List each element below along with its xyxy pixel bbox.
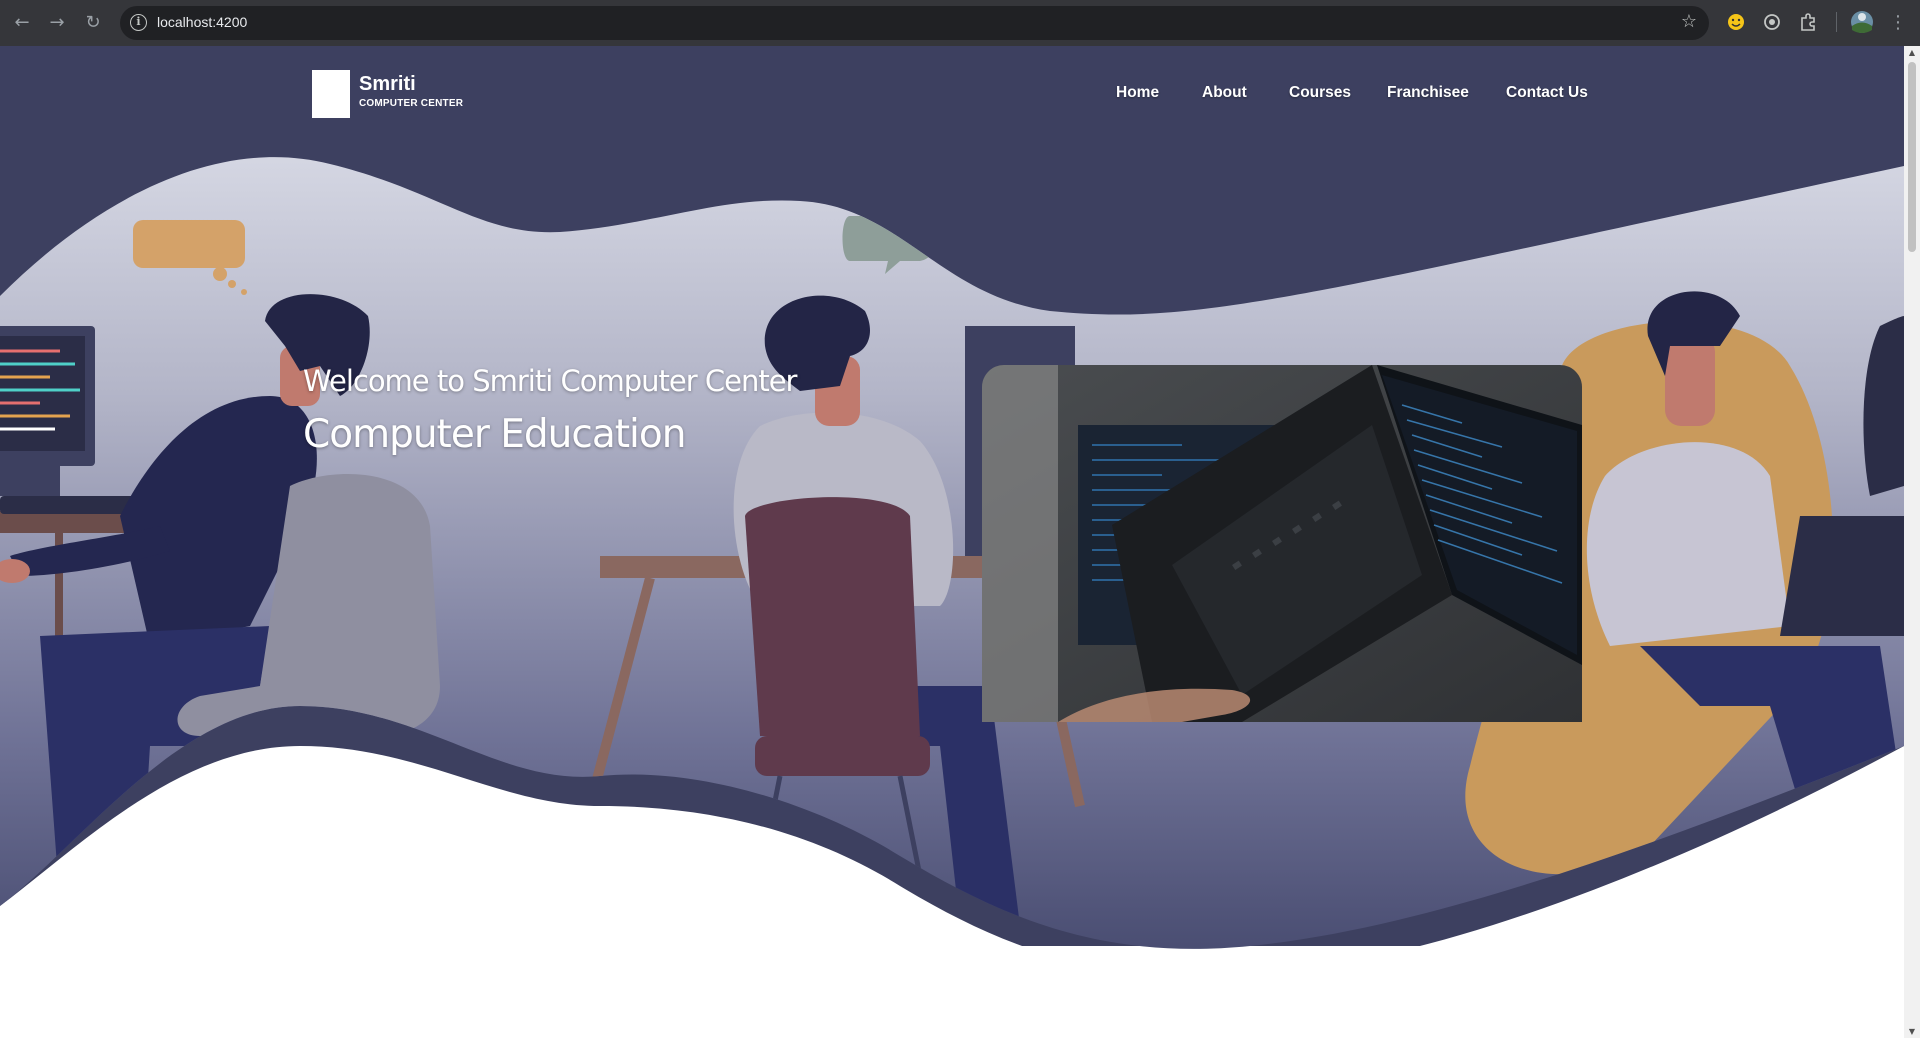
nav-franchisee[interactable]: Franchisee (1387, 84, 1469, 102)
profile-avatar-icon[interactable] (1850, 10, 1874, 34)
url-text[interactable]: localhost:4200 (157, 14, 247, 30)
brand-logo[interactable] (312, 70, 350, 118)
brand-name[interactable]: Smriti (359, 73, 416, 96)
nav-contact-us[interactable]: Contact Us (1506, 84, 1588, 102)
brand-subtitle[interactable]: COMPUTER CENTER (359, 98, 463, 109)
scroll-up-icon[interactable]: ▲ (1907, 48, 1917, 57)
extension-target-icon[interactable] (1762, 12, 1782, 32)
page-viewport: Smriti COMPUTER CENTER Home About Course… (0, 46, 1904, 1038)
hero-illustration (0, 46, 1904, 1038)
hero-welcome-text: Welcome to Smriti Computer Center (303, 364, 797, 398)
address-bar[interactable]: i localhost:4200 ☆ (120, 6, 1709, 40)
site-info-icon[interactable]: i (130, 14, 147, 31)
hero-laptop-photo (982, 365, 1582, 722)
extension-emoji-icon[interactable] (1726, 12, 1746, 32)
forward-icon[interactable]: → (45, 11, 69, 35)
scrollbar-thumb[interactable] (1908, 62, 1916, 252)
browser-toolbar: ← → ↻ i localhost:4200 ☆ ⋮ (0, 0, 1920, 46)
hero-headline: Computer Education (303, 412, 686, 457)
scroll-down-icon[interactable]: ▼ (1907, 1027, 1917, 1036)
menu-kebab-icon[interactable]: ⋮ (1886, 11, 1910, 35)
page-scrollbar[interactable]: ▲ ▼ (1904, 46, 1920, 1038)
reload-icon[interactable]: ↻ (81, 11, 105, 35)
bookmark-star-icon[interactable]: ☆ (1681, 11, 1697, 32)
nav-about[interactable]: About (1202, 84, 1247, 102)
nav-courses[interactable]: Courses (1289, 84, 1351, 102)
nav-home[interactable]: Home (1116, 84, 1159, 102)
back-icon[interactable]: ← (10, 11, 34, 35)
extensions-puzzle-icon[interactable] (1798, 12, 1818, 32)
